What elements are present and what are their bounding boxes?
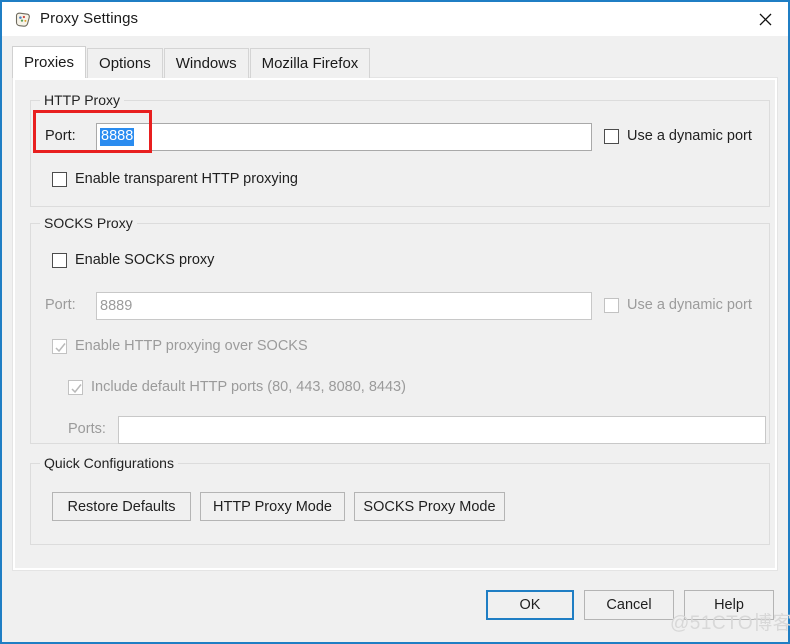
http-port-value: 8888 xyxy=(100,128,135,146)
checkbox-box xyxy=(52,338,67,354)
close-icon xyxy=(759,13,771,25)
ok-label: OK xyxy=(519,597,541,613)
close-button[interactable] xyxy=(742,2,788,36)
http-proxy-group-title: HTTP Proxy xyxy=(40,92,124,108)
checkbox-box xyxy=(604,128,619,144)
tab-windows[interactable]: Windows xyxy=(163,48,249,78)
socks-port-value: 8889 xyxy=(100,298,133,314)
http-port-label: Port: xyxy=(45,128,76,144)
socks-ports-input[interactable] xyxy=(118,416,766,444)
socks-enable-checkbox[interactable]: Enable SOCKS proxy xyxy=(52,252,214,268)
tab-windows-label: Windows xyxy=(175,55,237,72)
socks-dynamic-port-checkbox[interactable]: Use a dynamic port xyxy=(604,297,752,313)
socks-http-over-socks-checkbox[interactable]: Enable HTTP proxying over SOCKS xyxy=(52,338,308,354)
ok-button[interactable]: OK xyxy=(486,590,574,620)
checkbox-box xyxy=(68,379,83,395)
tab-proxies-label: Proxies xyxy=(24,54,75,71)
checkbox-box xyxy=(52,171,67,187)
tab-strip: Proxies Options Windows Mozilla Firefox xyxy=(12,46,371,78)
http-transparent-proxying-checkbox[interactable]: Enable transparent HTTP proxying xyxy=(52,171,298,187)
proxies-tab-panel: HTTP Proxy Port: 8888 Use a dynamic port… xyxy=(12,77,778,571)
socks-dynamic-port-label: Use a dynamic port xyxy=(627,297,752,313)
http-dynamic-port-label: Use a dynamic port xyxy=(627,128,752,144)
restore-defaults-label: Restore Defaults xyxy=(67,498,176,515)
http-dynamic-port-checkbox[interactable]: Use a dynamic port xyxy=(604,128,752,144)
tab-options-label: Options xyxy=(99,55,151,72)
socks-http-over-socks-label: Enable HTTP proxying over SOCKS xyxy=(75,338,308,354)
socks-proxy-group-title: SOCKS Proxy xyxy=(40,215,137,231)
app-icon xyxy=(14,11,32,29)
socks-proxy-mode-label: SOCKS Proxy Mode xyxy=(363,498,496,515)
check-icon xyxy=(71,383,82,393)
socks-port-label: Port: xyxy=(45,297,76,313)
http-transparent-proxying-label: Enable transparent HTTP proxying xyxy=(75,171,298,187)
cancel-label: Cancel xyxy=(606,597,652,613)
cancel-button[interactable]: Cancel xyxy=(584,590,674,620)
http-proxy-mode-label: HTTP Proxy Mode xyxy=(213,498,332,515)
socks-ports-label: Ports: xyxy=(68,421,106,437)
socks-proxy-mode-button[interactable]: SOCKS Proxy Mode xyxy=(354,492,505,521)
restore-defaults-button[interactable]: Restore Defaults xyxy=(52,492,191,521)
watermark-text: @51CTO博客 xyxy=(670,613,790,634)
socks-include-default-ports-checkbox[interactable]: Include default HTTP ports (80, 443, 808… xyxy=(68,379,406,395)
proxy-settings-window: Proxy Settings Proxies Options Windows M… xyxy=(0,0,790,644)
socks-port-input[interactable]: 8889 xyxy=(96,292,592,320)
window-title: Proxy Settings xyxy=(40,10,139,27)
tab-mozilla-firefox-label: Mozilla Firefox xyxy=(261,55,359,72)
quick-configurations-group-title: Quick Configurations xyxy=(40,455,178,471)
quick-configurations-group: Quick Configurations Restore Defaults HT… xyxy=(30,455,770,545)
http-port-input[interactable]: 8888 xyxy=(96,123,592,151)
checkbox-box xyxy=(604,297,619,313)
tab-options[interactable]: Options xyxy=(87,48,163,78)
socks-enable-label: Enable SOCKS proxy xyxy=(75,252,215,268)
check-icon xyxy=(55,342,66,352)
tab-mozilla-firefox[interactable]: Mozilla Firefox xyxy=(249,48,371,78)
http-proxy-mode-button[interactable]: HTTP Proxy Mode xyxy=(200,492,345,521)
socks-include-default-ports-label: Include default HTTP ports (80, 443, 808… xyxy=(91,379,406,395)
http-proxy-group: HTTP Proxy Port: 8888 Use a dynamic port… xyxy=(30,92,770,207)
title-bar: Proxy Settings xyxy=(2,0,788,36)
socks-proxy-group: SOCKS Proxy Enable SOCKS proxy Port: 888… xyxy=(30,215,770,444)
tab-proxies[interactable]: Proxies xyxy=(12,46,87,78)
checkbox-box xyxy=(52,252,67,268)
